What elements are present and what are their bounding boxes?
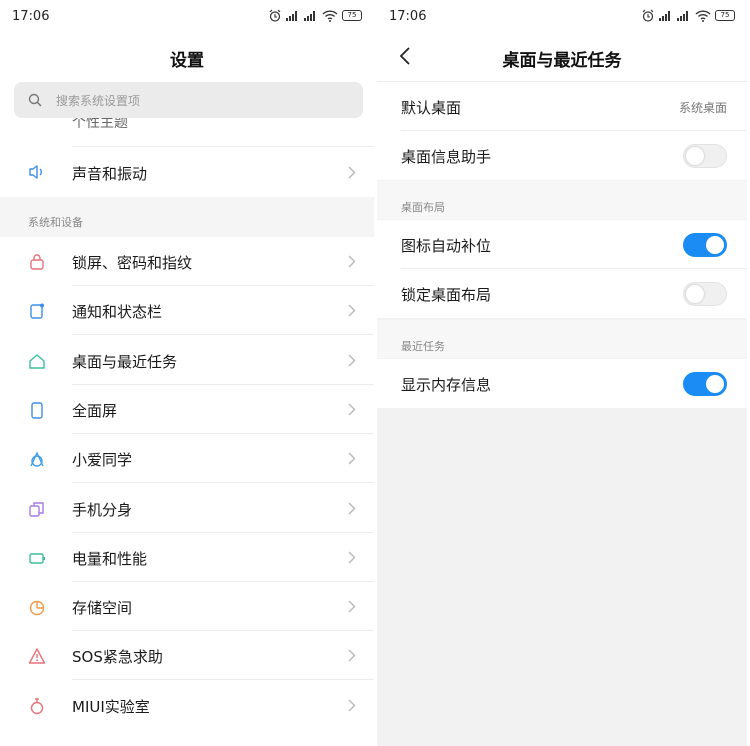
notification-icon <box>30 303 44 319</box>
section-header: 系统和设备 <box>0 197 374 237</box>
storage-icon <box>29 600 45 616</box>
section-label: 最近任务 <box>401 340 445 353</box>
list-item-lab[interactable]: MIUI实验室 <box>0 680 374 730</box>
list-item-label: 通知和状态栏 <box>72 303 163 322</box>
chevron-right-icon <box>348 501 356 515</box>
settings-panel: 17:06 75 设置 搜索系统设置项 个性主题 声音和振动 系统和设备 锁屏、… <box>0 0 374 746</box>
list-item-battery[interactable]: 电量和性能 <box>0 532 374 582</box>
status-time: 17:06 <box>12 9 50 24</box>
desktop-assistant-toggle[interactable] <box>683 144 727 168</box>
row-value: 系统桌面 <box>678 101 727 115</box>
section-label: 桌面布局 <box>401 201 445 214</box>
sos-icon <box>28 648 46 665</box>
list-item-storage[interactable]: 存储空间 <box>0 582 374 632</box>
list-item-phone[interactable]: 全面屏 <box>0 384 374 434</box>
battery-indicator: 75 <box>342 10 362 21</box>
toggle-knob <box>706 236 724 254</box>
signal-icon <box>659 11 670 21</box>
search-icon <box>28 93 42 107</box>
list-item-label: 个性主题 <box>72 118 128 131</box>
list-item-theme-partial[interactable]: 个性主题 <box>0 118 374 147</box>
list-item-label: 存储空间 <box>72 599 133 618</box>
show-memory-toggle[interactable] <box>683 372 727 396</box>
signal-icon <box>304 11 315 21</box>
toggle-knob <box>686 285 704 303</box>
show-memory-row: 显示内存信息 <box>377 359 747 408</box>
lock-layout-toggle[interactable] <box>683 282 727 306</box>
home-icon <box>29 353 45 369</box>
toggle-knob <box>686 147 704 165</box>
list-item-label: 声音和振动 <box>72 165 148 183</box>
row-label: 桌面信息助手 <box>401 148 492 166</box>
list-item-label: 锁屏、密码和指纹 <box>72 254 193 272</box>
list-item-label: 全面屏 <box>72 401 118 420</box>
chevron-right-icon <box>348 551 356 564</box>
signal-icon <box>286 11 297 21</box>
list-item-label: 手机分身 <box>72 500 133 519</box>
wifi-icon <box>322 9 338 22</box>
list-item-label: 电量和性能 <box>72 549 148 568</box>
page-title: 设置 <box>170 51 204 71</box>
list-item-label: 桌面与最近任务 <box>72 352 178 371</box>
chevron-right-icon <box>348 166 356 179</box>
chevron-right-icon <box>348 699 356 712</box>
launcher-settings-panel: 17:06 75 桌面与最近任务 默认桌面 系统桌面 桌面信息助手 桌面布局 图… <box>377 0 747 746</box>
desktop-assistant-row: 桌面信息助手 <box>377 131 747 180</box>
assistant-icon <box>30 451 44 467</box>
chevron-right-icon <box>348 649 356 662</box>
list-item-assistant[interactable]: 小爱同学 <box>0 434 374 484</box>
list-item-sos[interactable]: SOS紧急求助 <box>0 631 374 681</box>
signal-icon <box>677 11 688 21</box>
dual-space-icon <box>29 501 44 517</box>
status-icons: 75 <box>641 9 735 22</box>
empty-area <box>377 408 747 746</box>
lock-icon <box>30 254 44 270</box>
chevron-right-icon <box>348 304 356 317</box>
chevron-right-icon <box>348 354 356 367</box>
chevron-right-icon <box>348 255 356 268</box>
list-item-label: MIUI实验室 <box>72 697 150 716</box>
battery-indicator: 75 <box>715 10 735 21</box>
section-label: 系统和设备 <box>28 216 83 229</box>
alarm-icon <box>269 9 281 22</box>
list-item-dual-space[interactable]: 手机分身 <box>0 483 374 533</box>
header-area: 17:06 75 桌面与最近任务 <box>377 0 747 82</box>
lab-icon <box>30 697 44 714</box>
search-placeholder: 搜索系统设置项 <box>56 94 141 108</box>
list-item-label: SOS紧急求助 <box>72 648 163 667</box>
list-item-home[interactable]: 桌面与最近任务 <box>0 335 374 385</box>
page-title: 桌面与最近任务 <box>502 51 622 71</box>
search-input[interactable]: 搜索系统设置项 <box>14 82 363 118</box>
row-label: 默认桌面 <box>401 99 462 117</box>
row-label: 图标自动补位 <box>401 237 492 255</box>
chevron-right-icon <box>348 600 356 613</box>
list-item-notification[interactable]: 通知和状态栏 <box>0 286 374 336</box>
row-label: 锁定桌面布局 <box>401 286 492 304</box>
status-time: 17:06 <box>389 9 427 24</box>
speaker-icon <box>29 165 42 179</box>
row-label: 显示内存信息 <box>401 376 492 394</box>
status-bar: 17:06 75 <box>0 0 374 34</box>
default-launcher-row[interactable]: 默认桌面 系统桌面 <box>377 82 747 131</box>
status-bar: 17:06 75 <box>377 0 747 34</box>
phone-icon <box>31 402 43 419</box>
chevron-right-icon <box>348 452 356 465</box>
battery-icon <box>29 553 45 564</box>
list-item-lock[interactable]: 锁屏、密码和指纹 <box>0 237 374 286</box>
list-item-label: 小爱同学 <box>72 451 133 470</box>
auto-fill-toggle[interactable] <box>683 233 727 257</box>
section-header: 最近任务 <box>377 320 747 358</box>
status-icons: 75 <box>268 9 362 22</box>
chevron-right-icon <box>348 403 356 416</box>
list-item-sound[interactable]: 声音和振动 <box>0 148 374 197</box>
auto-fill-row: 图标自动补位 <box>377 220 747 269</box>
lock-layout-row: 锁定桌面布局 <box>377 269 747 318</box>
toggle-knob <box>706 375 724 393</box>
wifi-icon <box>695 9 711 22</box>
section-header: 桌面布局 <box>377 181 747 219</box>
alarm-icon <box>642 9 654 22</box>
